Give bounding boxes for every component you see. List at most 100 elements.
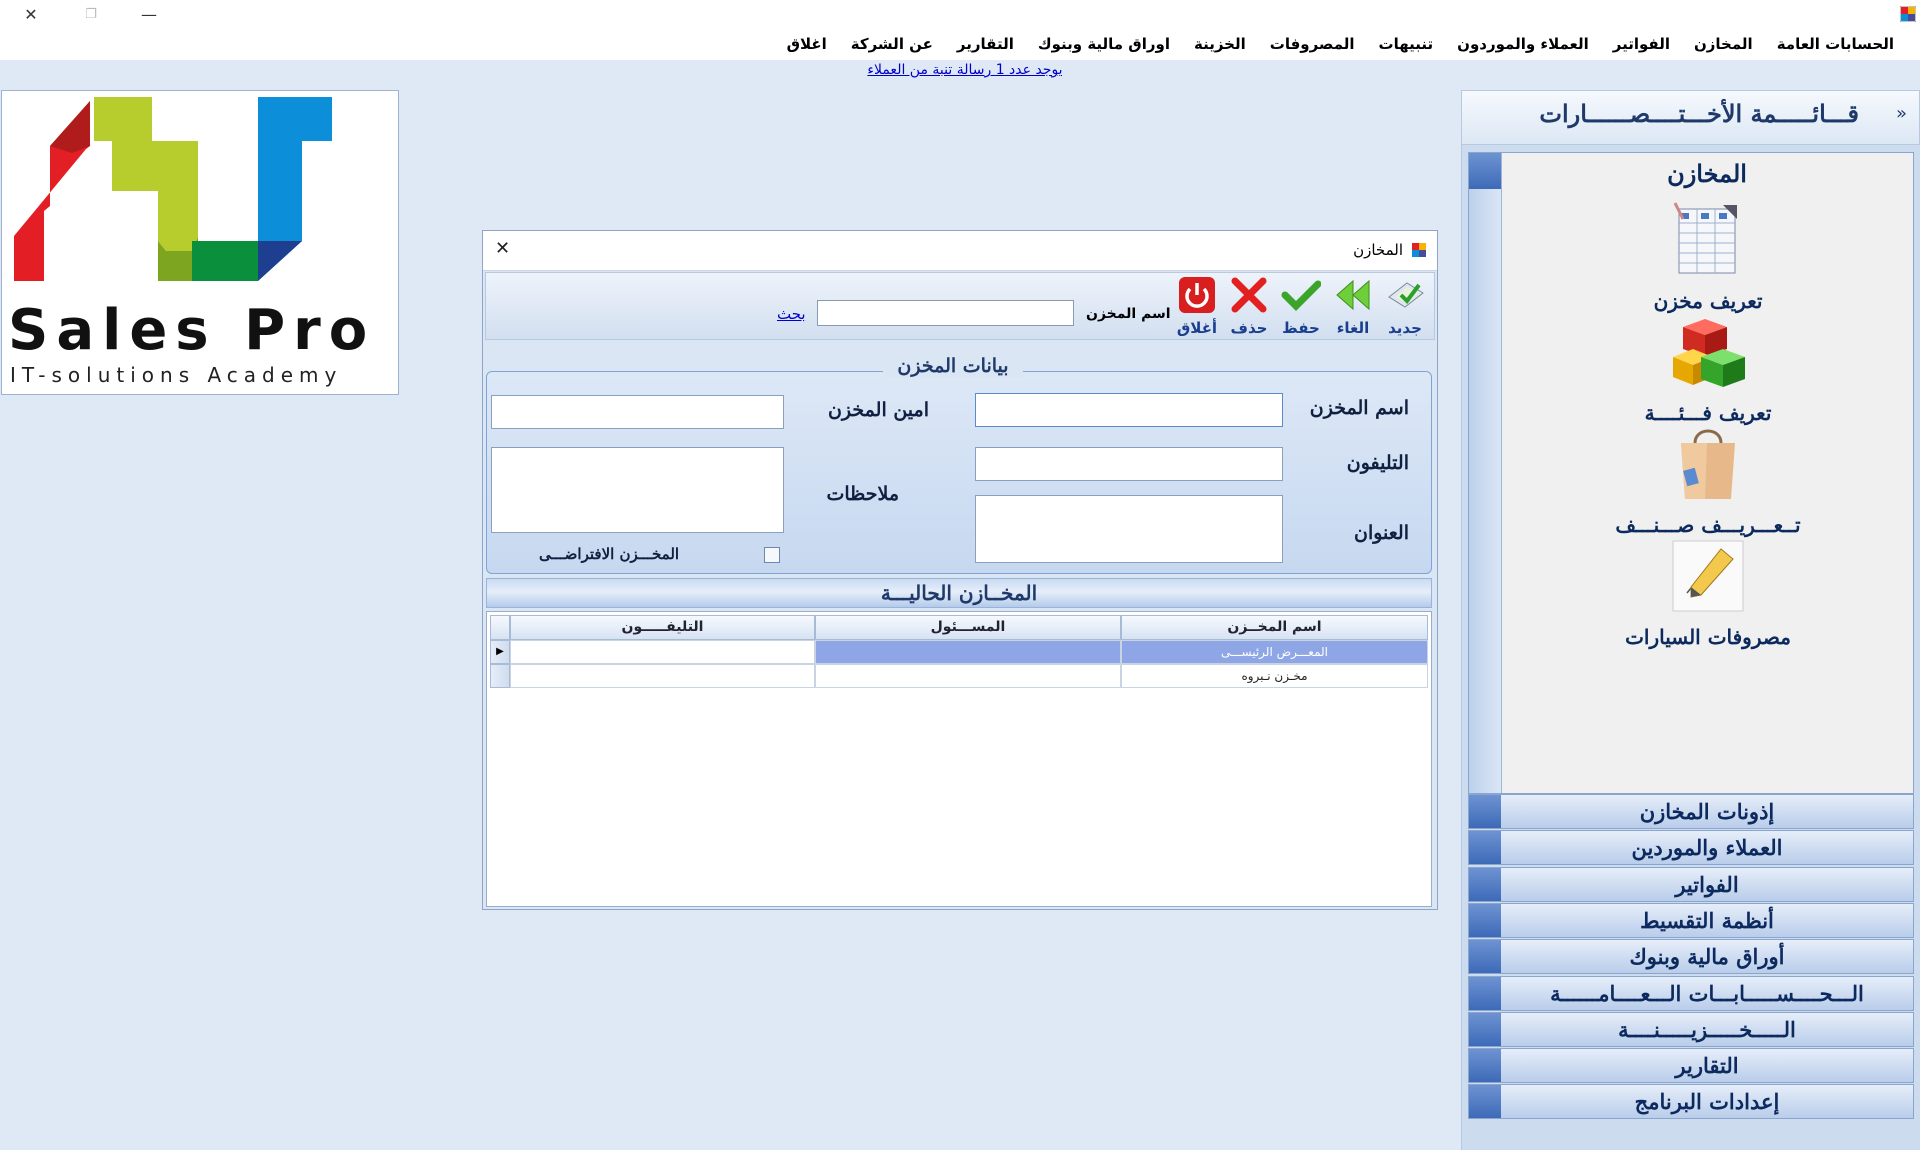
group-bar-tab	[1469, 940, 1501, 974]
shortcut-group-bar[interactable]: إذونات المخازن	[1468, 794, 1914, 829]
menu-item[interactable]: اغلاق	[775, 35, 839, 53]
maximize-window-button[interactable]: ❐	[62, 0, 120, 28]
shortcut-label: تــعـــريـــف صـــنـــف	[1615, 513, 1801, 537]
shortcut-define-category[interactable]: تعريف فـــئــــة	[1501, 313, 1915, 425]
menu-item[interactable]: الحسابات العامة	[1765, 35, 1906, 53]
undo-label: الغاء	[1336, 319, 1370, 337]
shortcut-panel-header: قـــائـــــمة الأخـــتــــصــــــارات »	[1461, 90, 1920, 145]
group-bar-tab	[1469, 976, 1501, 1010]
address-input[interactable]	[975, 495, 1283, 563]
shortcut-group-bar[interactable]: أنظمة التقسيط	[1468, 902, 1914, 938]
logo-subtitle: IT-solutions Academy	[10, 363, 343, 387]
table-row-cell-name[interactable]: المعـــرض الرئيســـى	[1121, 640, 1428, 664]
shortcut-group-bar[interactable]: أوراق مالية وبنوك	[1468, 939, 1914, 975]
close-button[interactable]: أغلاق	[1173, 275, 1221, 339]
shortcut-define-item[interactable]: تــعـــريـــف صـــنـــف	[1501, 425, 1915, 537]
notes-label: ملاحظات	[826, 483, 899, 505]
menu-item[interactable]: العملاء والموردون	[1445, 35, 1601, 53]
app-icon	[1900, 6, 1916, 22]
search-name-label: اسم المخزن	[1086, 306, 1171, 322]
new-icon	[1388, 282, 1424, 308]
menu-item[interactable]: المخازن	[1682, 35, 1765, 53]
shortcut-define-store[interactable]: تعريف مخزن	[1501, 201, 1915, 313]
group-bar-tab	[1469, 1012, 1501, 1046]
notes-input[interactable]	[491, 447, 784, 533]
close-window-button[interactable]: ✕	[2, 0, 60, 28]
column-header-phone[interactable]: التليفـــــون	[510, 615, 815, 640]
checkmark-icon	[1281, 280, 1322, 311]
search-link[interactable]: بحث	[777, 305, 806, 323]
delete-button[interactable]: حذف	[1225, 275, 1273, 339]
shortcut-panel-title: قـــائـــــمة الأخـــتــــصــــــارات	[1539, 99, 1859, 128]
group-bar-label: العملاء والموردين	[1631, 835, 1783, 861]
group-bar-label: أوراق مالية وبنوك	[1629, 944, 1785, 970]
phone-input[interactable]	[975, 447, 1283, 481]
menu-item[interactable]: التقارير	[945, 35, 1026, 53]
shortcut-group-bar[interactable]: العملاء والموردين	[1468, 830, 1914, 866]
store-data-legend: بيانات المخزن	[883, 355, 1023, 377]
column-header-name[interactable]: اسم المخــزن	[1121, 615, 1428, 640]
pencil-note-icon	[1665, 537, 1751, 623]
minimize-icon: —	[141, 4, 157, 24]
minimize-window-button[interactable]: —	[120, 0, 178, 28]
row-header[interactable]: ▶	[490, 640, 510, 664]
shortcut-vehicle-expenses[interactable]: مصروفات السيارات	[1501, 537, 1915, 649]
store-name-input[interactable]	[975, 393, 1283, 427]
table-row-cell-owner[interactable]	[815, 640, 1121, 664]
search-name-input[interactable]	[817, 300, 1074, 326]
table-row-cell-name[interactable]: مخـزن نـبروه	[1121, 664, 1428, 688]
menu-item[interactable]: الخزينة	[1182, 35, 1258, 53]
logo-graphic	[14, 97, 332, 281]
undo-button[interactable]: الغاء	[1329, 275, 1377, 339]
menu-item[interactable]: عن الشركة	[839, 35, 945, 53]
shortcut-group-bar[interactable]: إعدادات البرنامج	[1468, 1084, 1914, 1120]
dialog-titlebar: ✕ المخازن	[483, 231, 1437, 271]
collapse-panel-button[interactable]: »	[1896, 103, 1907, 124]
group-bar-label: الـــــخـــــزيـــــنــــة	[1618, 1016, 1796, 1042]
group-bar-label: إعدادات البرنامج	[1634, 1089, 1780, 1115]
shortcut-group-bar[interactable]: التقارير	[1468, 1048, 1914, 1084]
menu-item[interactable]: المصروفات	[1258, 35, 1367, 53]
column-header-owner[interactable]: المســـئول	[815, 615, 1121, 640]
main-menu-bar: الحسابات العامة المخازن الفواتير العملاء وا…	[0, 28, 1920, 60]
phone-label: التليفون	[1346, 452, 1409, 474]
shortcut-label: تعريف فـــئــــة	[1644, 401, 1772, 425]
save-button[interactable]: حفظ	[1277, 275, 1325, 339]
spreadsheet-icon	[1665, 201, 1751, 287]
menu-item[interactable]: تنبيهات	[1367, 35, 1446, 53]
current-stores-title: المخــازن الحاليـــة	[486, 578, 1432, 608]
shopping-bag-icon	[1665, 425, 1751, 511]
dialog-toolbar: جديد الغاء حفظ حذف أغلاق اسم المخزن بحث	[485, 272, 1435, 340]
dialog-close-button[interactable]: ✕	[495, 238, 510, 259]
menu-item[interactable]: الفواتير	[1601, 35, 1682, 53]
keeper-input[interactable]	[491, 395, 784, 429]
group-stores-header-tab[interactable]	[1469, 153, 1501, 189]
shortcut-group-bar[interactable]: الفواتير	[1468, 866, 1914, 902]
table-row-cell-phone[interactable]	[510, 640, 815, 664]
dialog-app-icon	[1412, 243, 1426, 257]
row-header[interactable]	[490, 664, 510, 688]
table-row-cell-owner[interactable]	[815, 664, 1121, 688]
menu-item[interactable]: اوراق مالية وبنوك	[1026, 35, 1182, 53]
shortcut-group-bar[interactable]: الـــحــــســـــابـــات الـــعــــامــــ…	[1468, 975, 1914, 1011]
group-title[interactable]: المخازن	[1501, 159, 1913, 188]
customer-alert-link[interactable]: يوجد عدد 1 رسالة تنبة من العملاء	[845, 62, 1085, 78]
group-bar-tab	[1469, 867, 1501, 901]
default-store-checkbox[interactable]	[764, 547, 780, 563]
new-button[interactable]: جديد	[1381, 275, 1429, 339]
close-label: أغلاق	[1176, 319, 1218, 337]
store-name-label: اسم المخزن	[1309, 397, 1409, 419]
group-bar-tab	[1469, 1085, 1501, 1119]
shortcut-label: تعريف مخزن	[1653, 289, 1763, 313]
stores-dialog: ✕ المخازن جديد الغاء حفظ حذف أغلاق اسم ا…	[482, 230, 1438, 910]
dialog-title: المخازن	[1353, 241, 1403, 259]
address-label: العنوان	[1353, 522, 1409, 544]
rewind-icon	[1336, 279, 1370, 311]
default-store-label: المخـــزن الافتراضـــى	[539, 545, 680, 563]
group-bar-tab	[1469, 795, 1501, 828]
shortcut-group-bar[interactable]: الـــــخـــــزيـــــنــــة	[1468, 1011, 1914, 1047]
delete-label: حذف	[1230, 319, 1268, 337]
close-icon: ✕	[24, 4, 38, 24]
group-bar-label: أنظمة التقسيط	[1640, 907, 1774, 933]
table-row-cell-phone[interactable]	[510, 664, 815, 688]
